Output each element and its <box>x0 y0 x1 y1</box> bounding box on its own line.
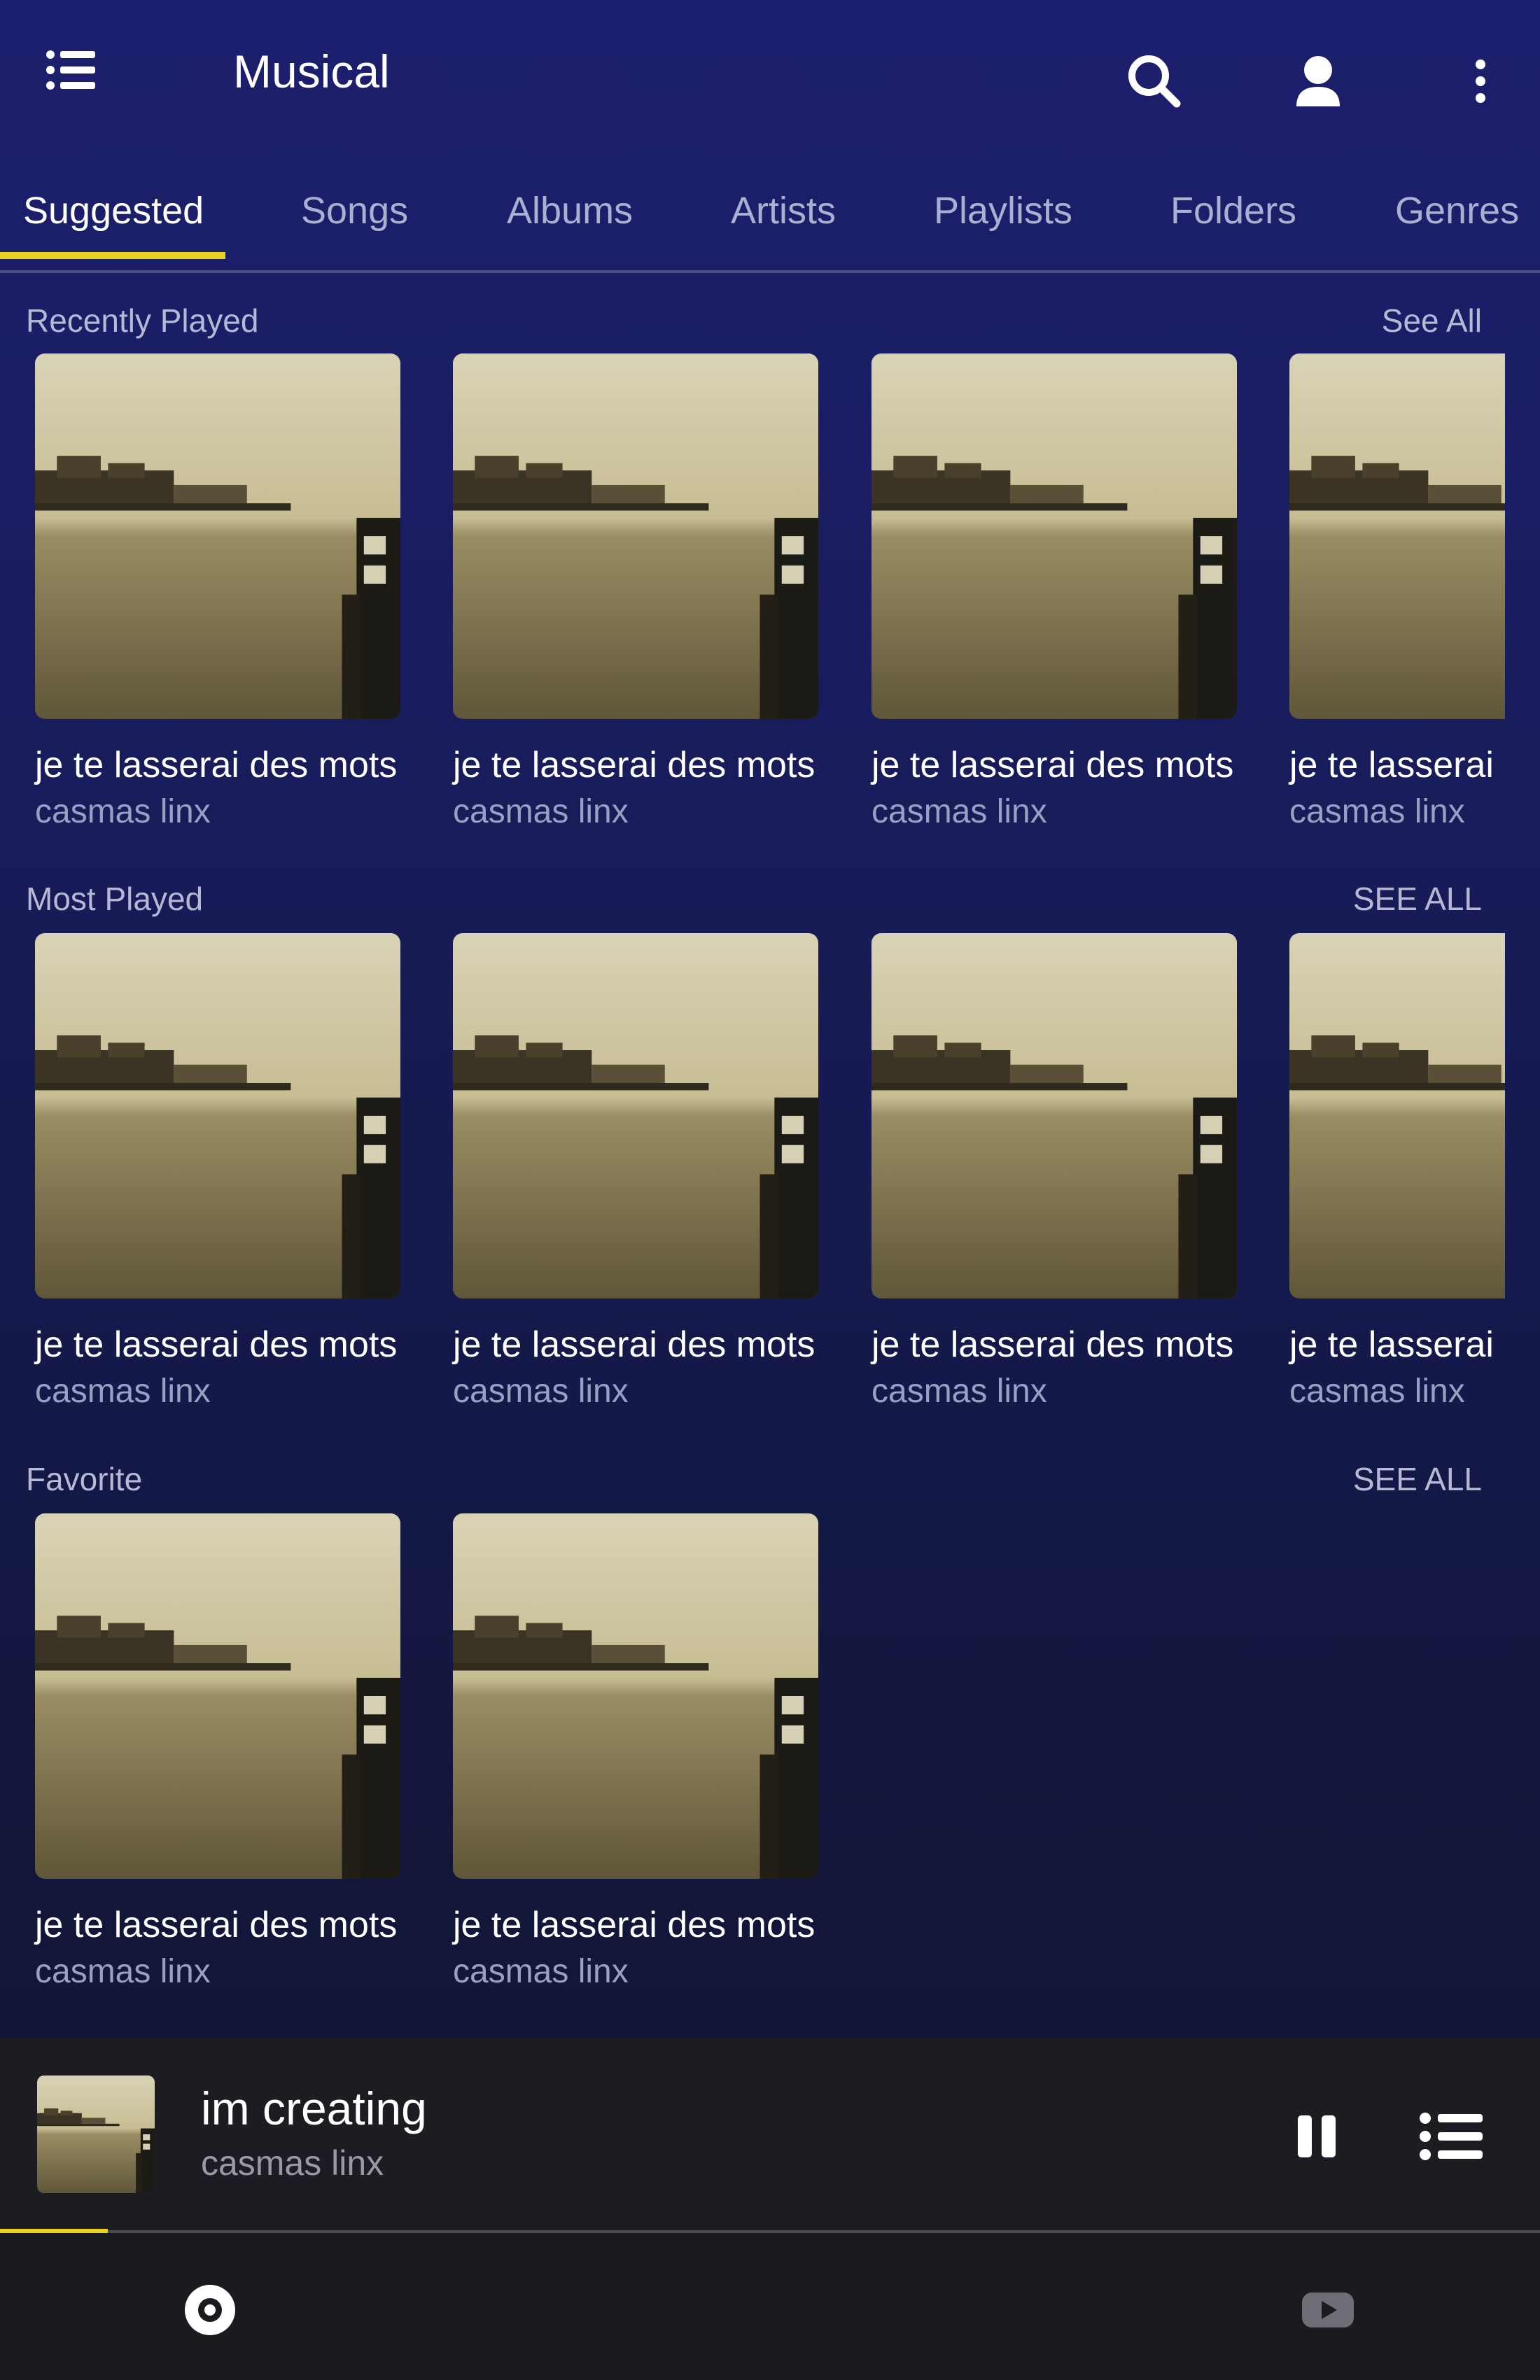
music-app: Musical Suggested Songs Albums Artists P… <box>0 0 1540 2380</box>
section-title: Recently Played <box>26 302 259 339</box>
app-title: Musical <box>233 46 390 97</box>
album-art <box>453 1513 818 1879</box>
song-artist: casmas linx <box>35 793 211 830</box>
song-card[interactable]: je te lasserai des mots casmas linx <box>444 1513 822 2017</box>
song-title: je te lasserai des mots <box>872 745 1234 785</box>
song-artist: casmas linx <box>1289 1373 1465 1410</box>
song-artist: casmas linx <box>453 1373 629 1410</box>
album-art <box>35 354 400 719</box>
search-icon[interactable] <box>1124 50 1186 113</box>
section-header-favorite: Favorite SEE ALL <box>26 1458 1482 1507</box>
song-title: je te lasserai des mots <box>872 1324 1234 1365</box>
tab-bar: Suggested Songs Albums Artists Playlists… <box>0 154 1540 273</box>
song-card[interactable]: je te lasserai des mots casmas linx <box>1281 354 1505 858</box>
tab-playlists[interactable]: Playlists <box>934 186 1072 235</box>
song-card[interactable]: je te lasserai des mots casmas linx <box>27 354 405 858</box>
song-card[interactable]: je te lasserai des mots casmas linx <box>863 933 1241 1437</box>
section-title: Favorite <box>26 1461 143 1497</box>
song-artist: casmas linx <box>35 1373 211 1410</box>
queue-list-icon[interactable] <box>1414 2101 1491 2171</box>
song-title: je te lasserai des mots <box>35 1905 398 1945</box>
bottom-navigation <box>0 2233 1540 2380</box>
see-all-button[interactable]: See All <box>1382 300 1482 342</box>
song-artist: casmas linx <box>35 1953 211 1990</box>
song-title: je te lasserai des mots <box>35 745 398 785</box>
song-title: je te lasserai des mots <box>453 745 816 785</box>
now-playing-artist: casmas linx <box>201 2143 384 2183</box>
song-title: je te lasserai des mots <box>453 1905 816 1945</box>
song-card[interactable]: je te lasserai des mots casmas linx <box>444 933 822 1437</box>
tab-songs[interactable]: Songs <box>301 186 408 235</box>
account-icon[interactable] <box>1287 50 1350 113</box>
section-header-most-played: Most Played SEE ALL <box>26 878 1482 927</box>
section-title: Most Played <box>26 881 204 917</box>
song-artist: casmas linx <box>1289 793 1465 830</box>
song-card[interactable]: je te lasserai des mots casmas linx <box>27 933 405 1437</box>
song-artist: casmas linx <box>453 1953 629 1990</box>
song-title: je te lasserai des mots <box>1289 1324 1505 1365</box>
album-art <box>872 933 1237 1298</box>
now-playing-title: im creating <box>201 2082 427 2134</box>
active-tab-indicator <box>0 252 225 259</box>
more-vert-icon[interactable] <box>1463 50 1498 113</box>
album-art <box>35 1513 400 1879</box>
album-art <box>1289 354 1505 719</box>
tab-artists[interactable]: Artists <box>731 186 836 235</box>
app-bar: Musical <box>0 0 1540 147</box>
favorite-row: je te lasserai des mots casmas linx je t… <box>0 1513 1540 2017</box>
song-artist: casmas linx <box>872 793 1047 830</box>
disc-icon[interactable] <box>172 2272 248 2348</box>
song-card[interactable]: je te lasserai des mots casmas linx <box>863 354 1241 858</box>
tab-suggested[interactable]: Suggested <box>23 186 204 235</box>
song-title: je te lasserai des mots <box>1289 745 1505 785</box>
album-art <box>35 933 400 1298</box>
most-played-row: je te lasserai des mots casmas linx je t… <box>0 933 1540 1437</box>
pause-icon[interactable] <box>1288 2101 1358 2171</box>
song-card[interactable]: je te lasserai des mots casmas linx <box>27 1513 405 2017</box>
youtube-icon[interactable] <box>1289 2272 1366 2348</box>
tab-folders[interactable]: Folders <box>1170 186 1296 235</box>
song-title: je te lasserai des mots <box>35 1324 398 1365</box>
album-art <box>1289 933 1505 1298</box>
recently-played-row: je te lasserai des mots casmas linx je t… <box>0 354 1540 858</box>
song-title: je te lasserai des mots <box>453 1324 816 1365</box>
see-all-button[interactable]: SEE ALL <box>1353 878 1482 920</box>
tab-albums[interactable]: Albums <box>507 186 633 235</box>
section-header-recently-played: Recently Played See All <box>26 300 1482 349</box>
song-card[interactable]: je te lasserai des mots casmas linx <box>444 354 822 858</box>
now-playing-bar[interactable]: im creating casmas linx <box>0 2038 1540 2232</box>
album-art <box>872 354 1237 719</box>
album-art <box>453 933 818 1298</box>
list-menu-icon[interactable] <box>43 43 99 99</box>
album-art <box>453 354 818 719</box>
see-all-button[interactable]: SEE ALL <box>1353 1458 1482 1500</box>
song-artist: casmas linx <box>453 793 629 830</box>
now-playing-album-art <box>37 2076 155 2193</box>
tab-genres[interactable]: Genres <box>1395 186 1519 235</box>
song-card[interactable]: je te lasserai des mots casmas linx <box>1281 933 1505 1437</box>
song-artist: casmas linx <box>872 1373 1047 1410</box>
